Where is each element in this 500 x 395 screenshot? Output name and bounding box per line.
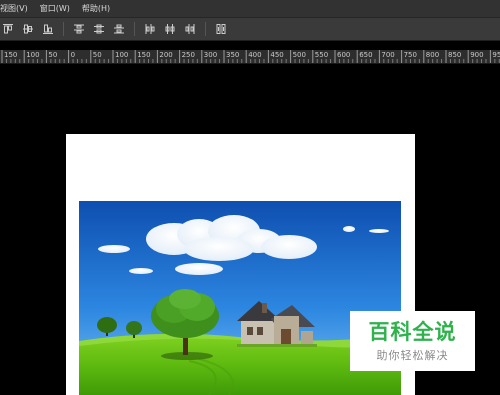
ruler-label: 900 [470, 51, 484, 59]
align-top-icon[interactable] [0, 21, 16, 37]
horizontal-ruler[interactable]: 150 100 50 0 50 100 150 200 250 300 350 400 450 500 55… [0, 50, 500, 64]
menu-view[interactable]: 视图(V) [0, 0, 34, 17]
menu-window[interactable]: 窗口(W) [34, 0, 76, 17]
watermark-subtitle: 助你轻松解决 [376, 348, 449, 362]
ruler-label: 700 [381, 51, 395, 59]
distribute-right-icon[interactable] [182, 21, 198, 37]
menu-help[interactable]: 帮助(H) [76, 0, 116, 17]
ruler-label: 600 [337, 51, 351, 59]
ruler-label: 350 [226, 51, 240, 59]
watermark-title: 百科全说 [368, 319, 457, 344]
align-vcenter-icon[interactable] [20, 21, 36, 37]
distribute-bottom-icon[interactable] [111, 21, 127, 37]
ruler-label: 50 [48, 51, 58, 59]
toolbar-separator [63, 22, 64, 36]
ruler-label: 500 [292, 51, 306, 59]
ruler-label: 50 [92, 51, 102, 59]
ruler-label: 750 [403, 51, 417, 59]
distribute-top-icon[interactable] [71, 21, 87, 37]
ruler-label: 300 [203, 51, 218, 59]
ruler-label: 200 [159, 51, 173, 59]
watermark-logo: 百科全说 助你轻松解决 [350, 311, 475, 371]
ruler-label: 850 [448, 51, 462, 59]
ruler-label: 950 [492, 51, 500, 59]
ruler-label: 400 [248, 51, 262, 59]
distribute-left-icon[interactable] [142, 21, 158, 37]
ruler-label: 800 [425, 51, 440, 59]
options-toolbar [0, 18, 500, 41]
ruler-label: 150 [4, 51, 18, 59]
ruler-label: 100 [115, 51, 129, 59]
distribute-hcenter-icon[interactable] [162, 21, 178, 37]
toolbar-separator [205, 22, 206, 36]
ruler-label: 550 [314, 51, 329, 59]
ruler-label: 650 [359, 51, 373, 59]
ruler-label: 150 [137, 51, 151, 59]
auto-align-icon[interactable] [213, 21, 229, 37]
ruler-label: 100 [26, 51, 40, 59]
toolbar-separator [134, 22, 135, 36]
align-bottom-icon[interactable] [40, 21, 56, 37]
distribute-vcenter-icon[interactable] [91, 21, 107, 37]
ruler-label: 450 [270, 51, 284, 59]
ruler-label: 0 [70, 51, 76, 59]
menu-bar: 视图(V) 窗口(W) 帮助(H) [0, 0, 500, 18]
ruler-label: 250 [181, 51, 195, 59]
